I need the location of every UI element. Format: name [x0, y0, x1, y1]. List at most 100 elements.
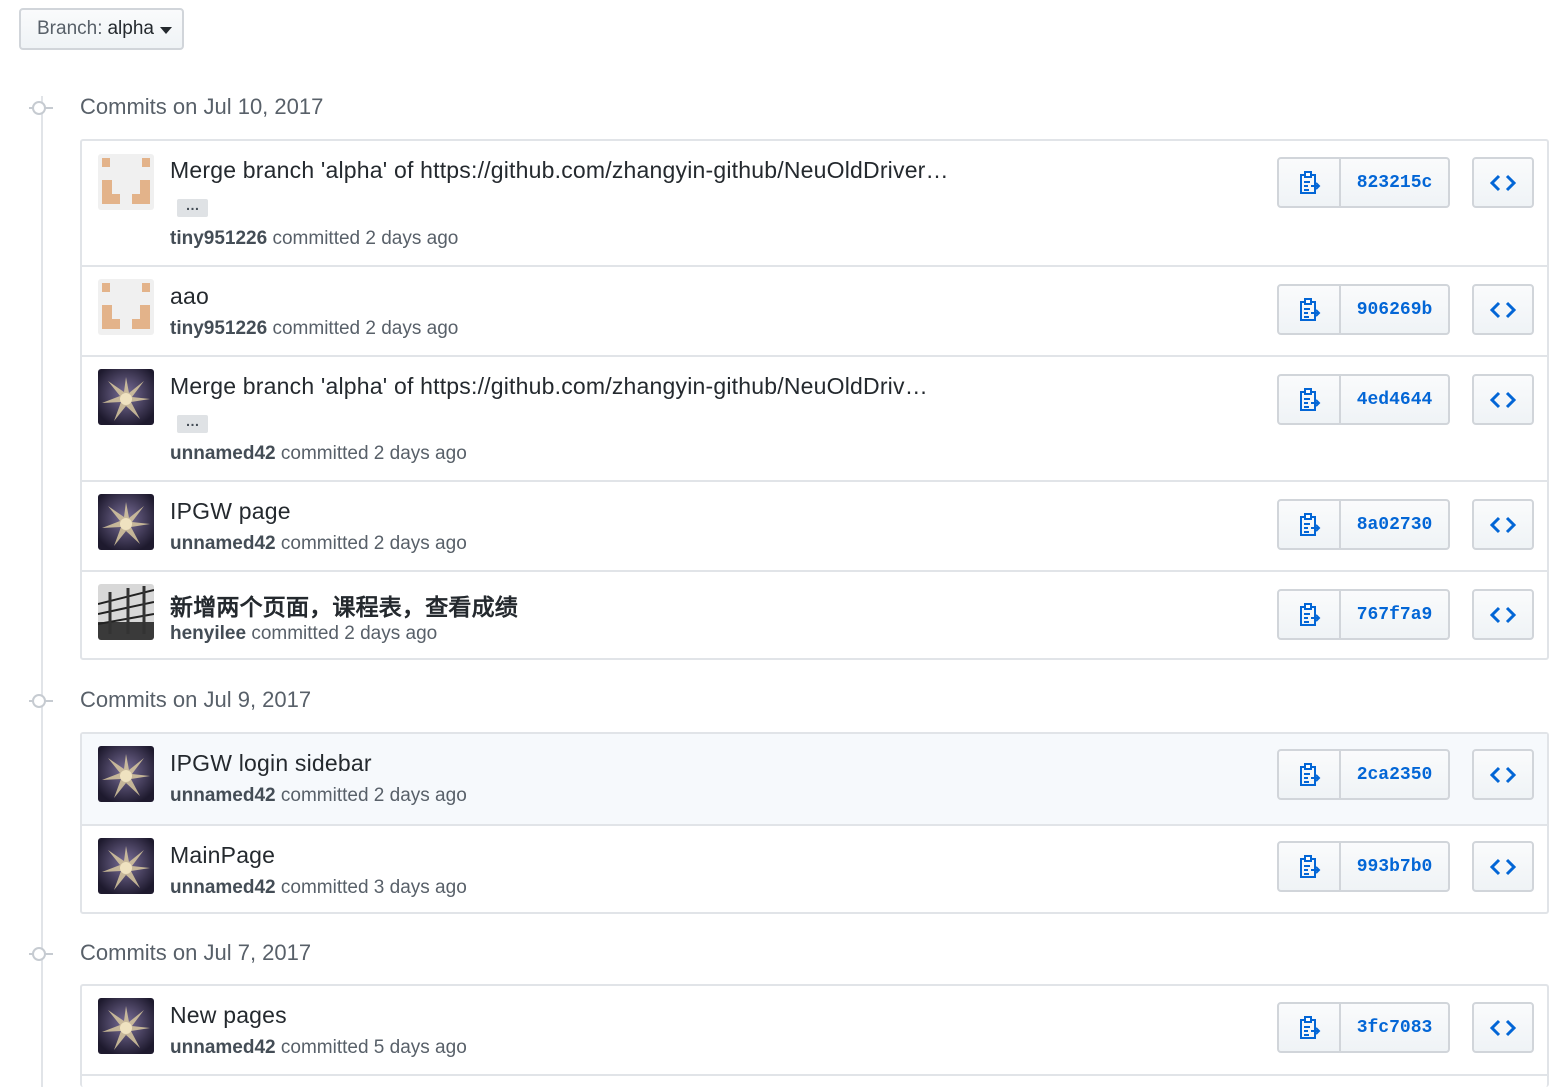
commit-sha-link[interactable]: 8a02730: [1341, 501, 1448, 548]
commit-sha-link[interactable]: 3fc7083: [1341, 1004, 1448, 1051]
sha-button-group: 3fc7083: [1277, 1002, 1450, 1053]
code-brackets-icon: [1490, 1019, 1516, 1036]
browse-code-button[interactable]: [1472, 157, 1534, 208]
browse-code-button[interactable]: [1472, 1002, 1534, 1053]
robot-avatar-icon[interactable]: [98, 369, 154, 425]
clipboard-copy-icon[interactable]: [1279, 843, 1341, 890]
commit-author-link[interactable]: unnamed42: [170, 1037, 276, 1058]
commit-time: 2 days ago: [365, 318, 459, 339]
commit-row: New pages unnamed42 committed 5 days ago…: [82, 986, 1547, 1076]
commit-message-link[interactable]: Merge branch 'alpha' of https://github.c…: [170, 373, 928, 400]
robot-avatar-icon[interactable]: [98, 838, 154, 894]
photo-avatar-icon[interactable]: [98, 584, 154, 640]
commit-group-header: Commits on Jul 10, 2017: [0, 94, 1554, 126]
commit-group-header: Commits on Jul 7, 2017: [0, 940, 1554, 972]
commit-message-link[interactable]: New pages: [170, 1002, 287, 1029]
clipboard-copy-icon[interactable]: [1279, 591, 1341, 638]
timeline-line: [41, 96, 43, 1087]
commit-message-link[interactable]: IPGW login sidebar: [170, 750, 372, 777]
sha-button-group: 823215c: [1277, 157, 1450, 208]
commit-time: 3 days ago: [373, 877, 467, 898]
robot-avatar-icon[interactable]: [98, 494, 154, 550]
commit-meta: unnamed42 committed 2 days ago: [170, 533, 467, 554]
commit-message-link[interactable]: MainPage: [170, 842, 275, 869]
code-brackets-icon: [1490, 606, 1516, 623]
commit-time: 5 days ago: [373, 1037, 467, 1058]
commit-author-link[interactable]: unnamed42: [170, 533, 276, 554]
clipboard-copy-icon[interactable]: [1279, 1004, 1341, 1051]
commit-meta: unnamed42 committed 3 days ago: [170, 877, 467, 898]
commit-group-header: Commits on Jul 9, 2017: [0, 687, 1554, 719]
identicon-icon[interactable]: [98, 154, 154, 210]
expand-message-button[interactable]: …: [177, 414, 208, 433]
commit-row: IPGW page unnamed42 committed 2 days ago…: [82, 480, 1547, 570]
commit-author-link[interactable]: tiny951226: [170, 228, 267, 249]
commit-author-link[interactable]: tiny951226: [170, 318, 267, 339]
code-brackets-icon: [1490, 391, 1516, 408]
commit-row: Merge branch 'alpha' of https://github.c…: [82, 141, 1547, 265]
robot-avatar-icon[interactable]: [98, 746, 154, 802]
commit-time: 2 days ago: [373, 443, 467, 464]
commit-meta: tiny951226 committed 2 days ago: [170, 228, 459, 249]
commit-group-list: IPGW login sidebar unnamed42 committed 2…: [80, 732, 1549, 914]
commit-sha-link[interactable]: 906269b: [1341, 286, 1448, 333]
code-brackets-icon: [1490, 301, 1516, 318]
expand-message-button[interactable]: …: [177, 198, 208, 217]
commit-author-link[interactable]: henyilee: [170, 623, 246, 644]
clipboard-copy-icon[interactable]: [1279, 751, 1341, 798]
commit-group-list: New pages unnamed42 committed 5 days ago…: [80, 984, 1549, 1087]
commit-meta: unnamed42 committed 5 days ago: [170, 1037, 467, 1058]
browse-code-button[interactable]: [1472, 499, 1534, 550]
commit-group-list: Merge branch 'alpha' of https://github.c…: [80, 139, 1549, 660]
commit-time: 2 days ago: [373, 533, 467, 554]
commit-group-date: Commits on Jul 7, 2017: [80, 940, 312, 965]
commit-group-date: Commits on Jul 10, 2017: [80, 94, 324, 119]
commit-sha-link[interactable]: 4ed4644: [1341, 376, 1448, 423]
sha-button-group: 767f7a9: [1277, 589, 1450, 640]
clipboard-copy-icon[interactable]: [1279, 501, 1341, 548]
branch-name: alpha: [107, 18, 154, 39]
commit-meta: unnamed42 committed 2 days ago: [170, 785, 467, 806]
branch-prefix: Branch:: [37, 18, 103, 39]
commit-message-link[interactable]: IPGW page: [170, 498, 291, 525]
commit-row: MainPage unnamed42 committed 3 days ago …: [82, 824, 1547, 912]
code-brackets-icon: [1490, 174, 1516, 191]
commit-node-icon: [32, 947, 46, 961]
commit-time: 2 days ago: [373, 785, 467, 806]
browse-code-button[interactable]: [1472, 374, 1534, 425]
commit-message-link[interactable]: Merge branch 'alpha' of https://github.c…: [170, 157, 949, 184]
robot-avatar-icon[interactable]: [98, 998, 154, 1054]
browse-code-button[interactable]: [1472, 749, 1534, 800]
commit-meta: unnamed42 committed 2 days ago: [170, 443, 467, 464]
commit-author-link[interactable]: unnamed42: [170, 877, 276, 898]
browse-code-button[interactable]: [1472, 589, 1534, 640]
browse-code-button[interactable]: [1472, 284, 1534, 335]
commit-meta: tiny951226 committed 2 days ago: [170, 318, 459, 339]
sha-button-group: 4ed4644: [1277, 374, 1450, 425]
code-brackets-icon: [1490, 516, 1516, 533]
commit-row: 新增两个页面，课程表，查看成绩 henyilee committed 2 day…: [82, 570, 1547, 658]
commit-time: 2 days ago: [344, 623, 438, 644]
caret-down-icon: [159, 26, 172, 34]
clipboard-copy-icon[interactable]: [1279, 286, 1341, 333]
commit-meta: henyilee committed 2 days ago: [170, 623, 438, 644]
commit-sha-link[interactable]: 823215c: [1341, 159, 1448, 206]
commit-sha-link[interactable]: 993b7b0: [1341, 843, 1448, 890]
clipboard-copy-icon[interactable]: [1279, 159, 1341, 206]
commit-sha-link[interactable]: 2ca2350: [1341, 751, 1448, 798]
commit-time: 2 days ago: [365, 228, 459, 249]
branch-select-button[interactable]: Branch: alpha: [19, 8, 184, 50]
commit-message-link[interactable]: aao: [170, 283, 209, 310]
code-brackets-icon: [1490, 766, 1516, 783]
commit-sha-link[interactable]: 767f7a9: [1341, 591, 1448, 638]
sha-button-group: 993b7b0: [1277, 841, 1450, 892]
sha-button-group: 2ca2350: [1277, 749, 1450, 800]
clipboard-copy-icon[interactable]: [1279, 376, 1341, 423]
browse-code-button[interactable]: [1472, 841, 1534, 892]
commit-row: IPGW login sidebar unnamed42 committed 2…: [82, 734, 1547, 824]
identicon-icon[interactable]: [98, 279, 154, 335]
commit-message-link[interactable]: 新增两个页面，课程表，查看成绩: [170, 588, 518, 622]
commit-author-link[interactable]: unnamed42: [170, 443, 276, 464]
commit-author-link[interactable]: unnamed42: [170, 785, 276, 806]
sha-button-group: 906269b: [1277, 284, 1450, 335]
